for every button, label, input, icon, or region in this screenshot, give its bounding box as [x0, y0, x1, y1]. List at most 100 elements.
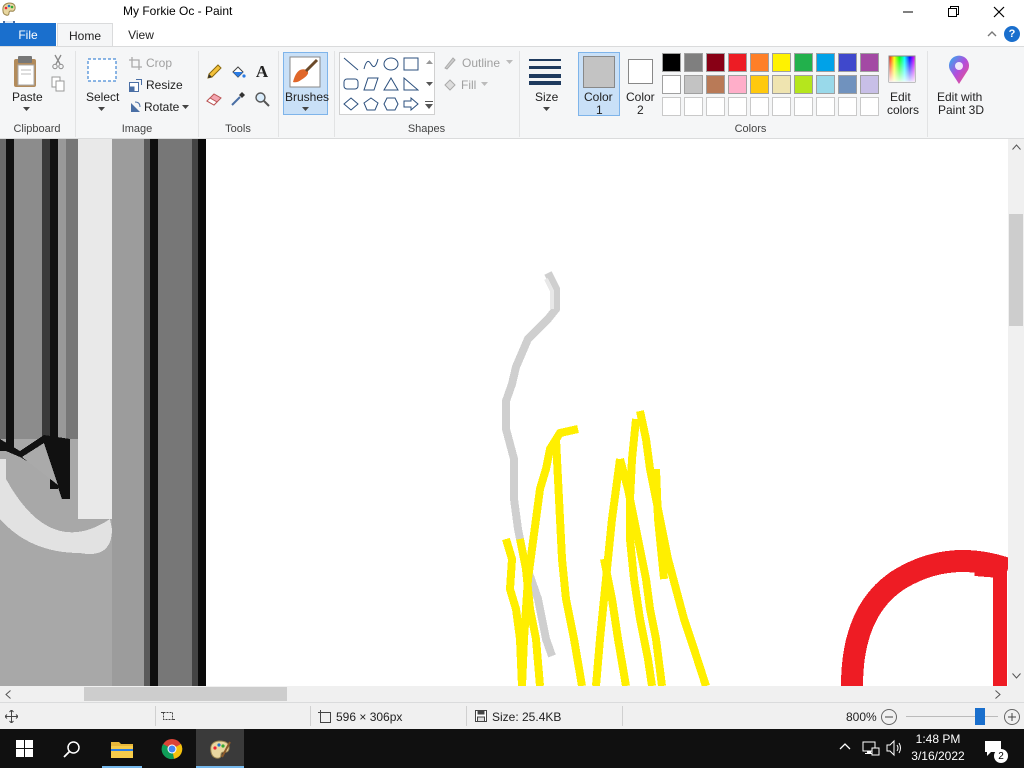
curve-shape-icon[interactable] — [361, 55, 380, 73]
select-dropdown-icon[interactable] — [96, 106, 106, 112]
vertical-scroll-thumb[interactable] — [1009, 214, 1023, 326]
palette-color-swatch[interactable] — [794, 75, 813, 94]
palette-color-swatch[interactable] — [794, 53, 813, 72]
palette-color-swatch[interactable] — [706, 75, 725, 94]
paint-3d-label[interactable]: Edit with — [937, 90, 982, 104]
outline-dropdown-icon[interactable] — [505, 59, 513, 65]
edit-colors-icon[interactable] — [887, 54, 917, 84]
palette-color-swatch[interactable] — [662, 75, 681, 94]
pencil-icon[interactable] — [205, 63, 223, 81]
palette-empty-swatch[interactable] — [860, 97, 879, 116]
shapes-scroll-down-icon[interactable] — [424, 79, 434, 89]
palette-color-swatch[interactable] — [838, 75, 857, 94]
eraser-icon[interactable] — [205, 90, 223, 108]
palette-color-swatch[interactable] — [838, 53, 857, 72]
zoom-out-button[interactable] — [881, 709, 897, 725]
shapes-scroll-up-icon[interactable] — [424, 57, 434, 67]
volume-icon[interactable] — [886, 739, 904, 760]
brushes-dropdown-icon[interactable] — [300, 106, 310, 112]
palette-color-swatch[interactable] — [750, 75, 769, 94]
brush-icon[interactable] — [288, 55, 322, 89]
brushes-label[interactable]: Brushes — [285, 90, 329, 104]
color2-label[interactable]: Color — [626, 90, 655, 104]
search-button[interactable] — [48, 729, 96, 768]
line-shape-icon[interactable] — [341, 55, 360, 73]
help-icon[interactable]: ? — [1004, 26, 1020, 42]
file-explorer-icon[interactable] — [98, 729, 146, 768]
paint-3d-icon[interactable] — [944, 54, 974, 86]
paint-3d-label-2[interactable]: Paint 3D — [938, 103, 984, 117]
palette-empty-swatch[interactable] — [706, 97, 725, 116]
triangle-shape-icon[interactable] — [381, 75, 400, 93]
palette-color-swatch[interactable] — [816, 75, 835, 94]
scroll-down-icon[interactable] — [1011, 671, 1021, 681]
palette-color-swatch[interactable] — [684, 53, 703, 72]
palette-color-swatch[interactable] — [706, 53, 725, 72]
resize-label[interactable]: Resize — [146, 78, 183, 92]
color2-swatch[interactable] — [628, 59, 653, 84]
size-label[interactable]: Size — [535, 90, 558, 104]
crop-icon[interactable] — [128, 56, 142, 70]
palette-empty-swatch[interactable] — [838, 97, 857, 116]
palette-color-swatch[interactable] — [772, 53, 791, 72]
scroll-left-icon[interactable] — [3, 689, 13, 699]
chrome-icon[interactable] — [148, 729, 196, 768]
edit-colors-label-2[interactable]: colors — [887, 103, 919, 117]
tab-file[interactable]: File — [0, 23, 56, 46]
color1-label[interactable]: Color — [584, 90, 613, 104]
palette-empty-swatch[interactable] — [816, 97, 835, 116]
text-tool-icon[interactable]: A — [253, 62, 271, 81]
palette-color-swatch[interactable] — [728, 75, 747, 94]
tab-home[interactable]: Home — [57, 23, 113, 47]
scroll-right-icon[interactable] — [993, 689, 1003, 699]
color-picker-icon[interactable] — [229, 90, 247, 108]
fill-label[interactable]: Fill — [461, 78, 476, 92]
palette-empty-swatch[interactable] — [772, 97, 791, 116]
palette-color-swatch[interactable] — [662, 53, 681, 72]
fill-icon[interactable] — [442, 77, 458, 93]
edit-colors-label[interactable]: Edit — [890, 90, 911, 104]
fill-dropdown-icon[interactable] — [480, 81, 488, 87]
outline-icon[interactable] — [442, 55, 458, 71]
rectangle-shape-icon[interactable] — [401, 55, 420, 73]
cut-icon[interactable] — [50, 54, 66, 70]
zoom-slider-thumb[interactable] — [974, 708, 985, 725]
select-icon[interactable] — [86, 57, 118, 83]
polygon-shape-icon[interactable] — [361, 75, 380, 93]
right-triangle-shape-icon[interactable] — [401, 75, 420, 93]
paint-app-icon[interactable] — [0, 0, 18, 18]
palette-empty-swatch[interactable] — [750, 97, 769, 116]
palette-empty-swatch[interactable] — [794, 97, 813, 116]
palette-color-swatch[interactable] — [860, 75, 879, 94]
clock-time[interactable]: 1:48 PM — [913, 732, 963, 746]
paste-icon[interactable] — [10, 53, 42, 91]
horizontal-scrollbar[interactable] — [0, 686, 1008, 702]
clock-date[interactable]: 3/16/2022 — [909, 749, 967, 763]
outline-label[interactable]: Outline — [462, 56, 500, 70]
resize-icon[interactable] — [128, 78, 142, 92]
hexagon-shape-icon[interactable] — [381, 95, 400, 113]
copy-icon[interactable] — [50, 76, 66, 92]
rounded-rectangle-shape-icon[interactable] — [341, 75, 360, 93]
palette-empty-swatch[interactable] — [662, 97, 681, 116]
palette-color-swatch[interactable] — [860, 53, 879, 72]
paint-taskbar-icon[interactable] — [196, 729, 244, 768]
palette-color-swatch[interactable] — [750, 53, 769, 72]
shapes-expand-icon[interactable] — [424, 99, 434, 111]
color1-swatch[interactable] — [583, 56, 615, 88]
magnifier-icon[interactable] — [253, 90, 271, 108]
horizontal-scroll-thumb[interactable] — [84, 687, 287, 701]
size-icon[interactable] — [527, 55, 563, 87]
color1-number[interactable]: 1 — [596, 103, 603, 117]
maximize-button[interactable] — [930, 0, 976, 23]
scroll-up-icon[interactable] — [1011, 142, 1021, 152]
paste-dropdown-icon[interactable] — [21, 106, 31, 112]
zoom-in-button[interactable] — [1004, 709, 1020, 725]
fill-bucket-icon[interactable] — [229, 63, 247, 81]
palette-color-swatch[interactable] — [816, 53, 835, 72]
tab-view[interactable]: View — [116, 23, 166, 46]
palette-color-swatch[interactable] — [728, 53, 747, 72]
palette-color-swatch[interactable] — [684, 75, 703, 94]
rotate-icon[interactable] — [128, 100, 142, 114]
oval-shape-icon[interactable] — [381, 55, 400, 73]
